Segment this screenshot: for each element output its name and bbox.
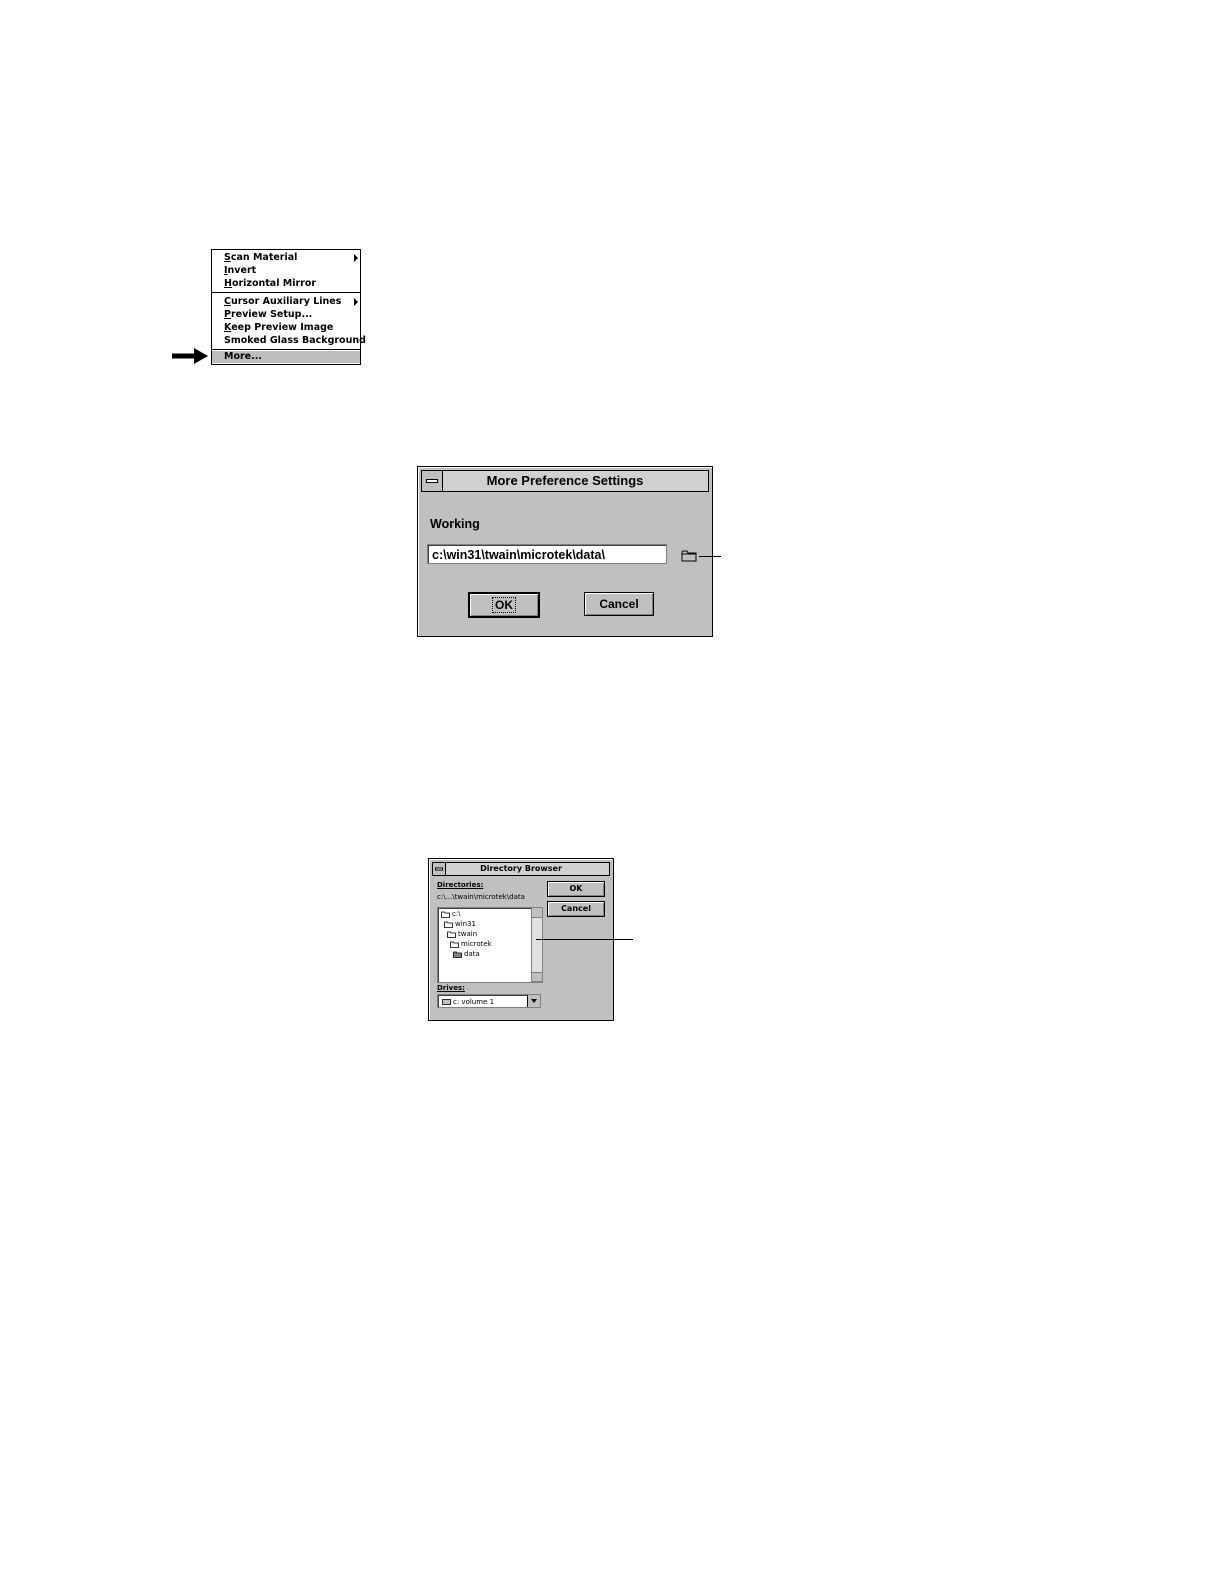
system-menu-icon bbox=[426, 479, 438, 483]
folder-icon bbox=[441, 911, 450, 918]
dialog-title: More Preference Settings bbox=[486, 473, 644, 488]
menu-item-preview-setup[interactable]: Preview Setup... bbox=[224, 308, 312, 321]
system-menu-button[interactable] bbox=[422, 471, 443, 491]
menu-item-cursor-auxiliary-lines[interactable]: Cursor Auxiliary Lines bbox=[224, 295, 341, 308]
scroll-down-icon[interactable] bbox=[532, 972, 542, 982]
list-item[interactable]: data bbox=[453, 949, 480, 959]
menu-item-invert[interactable]: Invert bbox=[224, 264, 256, 277]
folder-icon bbox=[450, 941, 459, 948]
list-item[interactable]: win31 bbox=[444, 919, 476, 929]
current-path: c:\...\twain\microtek\data bbox=[437, 893, 525, 901]
dialog-title: Directory Browser bbox=[480, 864, 562, 873]
directory-tree-list[interactable]: c:\ win31 twain microtek data bbox=[437, 907, 543, 983]
dropdown-arrow-icon[interactable] bbox=[527, 995, 540, 1007]
list-item[interactable]: twain bbox=[447, 929, 477, 939]
more-preference-settings-dialog: More Preference Settings Working c:\win3… bbox=[417, 466, 713, 637]
drive-value: c: volume 1 bbox=[453, 998, 495, 1006]
menu-item-horizontal-mirror[interactable]: Horizontal Mirror bbox=[224, 277, 316, 290]
system-menu-button[interactable] bbox=[433, 863, 446, 875]
folder-icon[interactable] bbox=[681, 549, 697, 562]
scroll-up-icon[interactable] bbox=[532, 908, 542, 918]
cancel-button[interactable]: Cancel bbox=[584, 592, 654, 616]
system-menu-icon bbox=[435, 867, 443, 871]
cancel-button[interactable]: Cancel bbox=[547, 901, 605, 917]
list-item[interactable]: c:\ bbox=[441, 909, 461, 919]
arrow-right-icon bbox=[172, 348, 208, 364]
working-label: Working bbox=[430, 517, 480, 531]
working-directory-field[interactable]: c:\win31\twain\microtek\data\ bbox=[427, 544, 667, 564]
folder-icon bbox=[453, 951, 462, 958]
drive-select[interactable]: c: volume 1 bbox=[437, 994, 541, 1008]
folder-icon bbox=[444, 921, 453, 928]
dialog-title-bar: Directory Browser bbox=[432, 862, 610, 876]
drives-label: Drives: bbox=[437, 984, 465, 992]
list-item[interactable]: microtek bbox=[450, 939, 492, 949]
folder-icon bbox=[447, 931, 456, 938]
menu-separator bbox=[212, 349, 360, 350]
menu-item-more[interactable]: More... bbox=[212, 351, 360, 363]
preview-context-menu: Scan Material Invert Horizontal Mirror C… bbox=[211, 249, 366, 365]
dialog-title-bar: More Preference Settings bbox=[421, 470, 709, 492]
menu-item-scan-material[interactable]: Scan Material bbox=[224, 251, 297, 264]
menu-separator bbox=[212, 292, 360, 293]
callout-line bbox=[536, 939, 633, 940]
submenu-arrow-icon bbox=[354, 298, 358, 306]
callout-line bbox=[699, 556, 721, 557]
directories-label: Directories: bbox=[437, 881, 484, 889]
menu-item-smoked-glass-background[interactable]: Smoked Glass Background bbox=[224, 334, 366, 347]
drive-icon bbox=[442, 999, 451, 1005]
vertical-scrollbar[interactable] bbox=[531, 908, 542, 982]
ok-button[interactable]: OK bbox=[468, 592, 540, 618]
menu-item-keep-preview-image[interactable]: Keep Preview Image bbox=[224, 321, 333, 334]
ok-button[interactable]: OK bbox=[547, 881, 605, 897]
submenu-arrow-icon bbox=[354, 254, 358, 262]
